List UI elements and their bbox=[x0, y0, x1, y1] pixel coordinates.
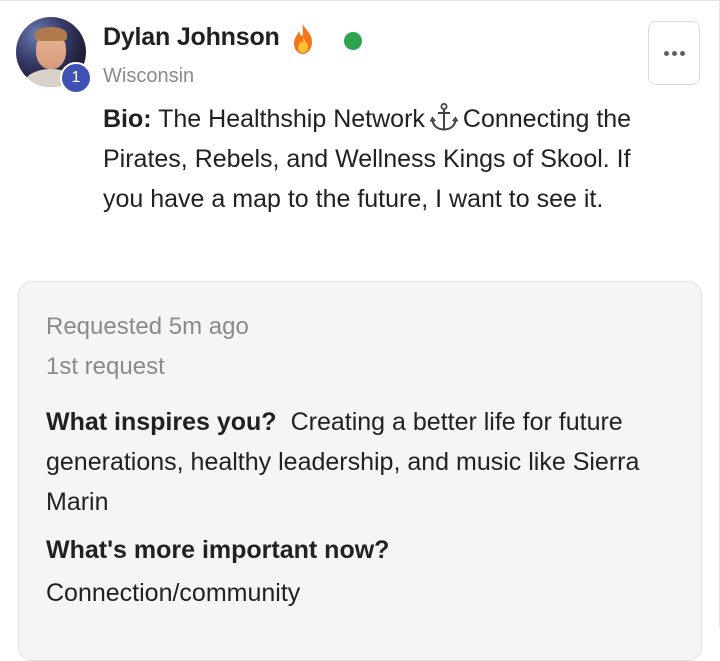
online-status-icon bbox=[344, 32, 362, 50]
more-horizontal-icon bbox=[672, 51, 677, 56]
more-options-button[interactable] bbox=[648, 21, 700, 85]
answer-text: Connection/community bbox=[46, 579, 301, 607]
question-answer-1: What inspires you? Creating a better life… bbox=[46, 402, 666, 522]
level-badge: 1 bbox=[60, 62, 92, 94]
bio-text-part1: The Healthship Network bbox=[158, 105, 425, 133]
question-label: What inspires you? bbox=[46, 408, 277, 436]
request-count: 1st request bbox=[46, 353, 165, 380]
member-request-card: 1 Dylan Johnson Wisconsin Bio: The Healt… bbox=[0, 0, 720, 661]
bio-label: Bio: bbox=[103, 105, 152, 133]
question-label: What's more important now? bbox=[46, 536, 390, 564]
more-horizontal-icon bbox=[680, 51, 685, 56]
member-bio: Bio: The Healthship Network Connecting t… bbox=[103, 99, 663, 219]
anchor-icon bbox=[429, 103, 459, 131]
member-name[interactable]: Dylan Johnson bbox=[103, 23, 280, 52]
more-horizontal-icon bbox=[664, 51, 669, 56]
avatar-hair bbox=[35, 27, 67, 41]
request-time: Requested 5m ago bbox=[46, 313, 249, 340]
member-location: Wisconsin bbox=[103, 65, 195, 87]
fire-icon bbox=[294, 24, 312, 54]
